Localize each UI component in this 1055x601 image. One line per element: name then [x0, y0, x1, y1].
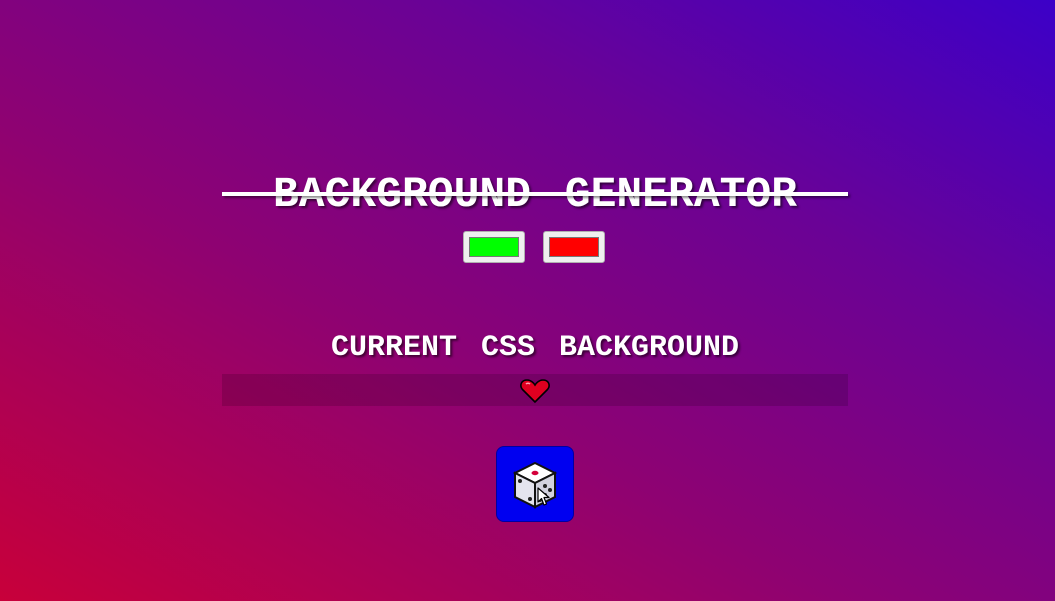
color-swatch-1: [469, 237, 519, 257]
title-underline: [222, 192, 848, 196]
color-picker-1[interactable]: [463, 231, 525, 263]
css-section-heading: CURRENT CSS BACKGROUND: [330, 331, 740, 365]
mouse-cursor-icon: [537, 487, 550, 506]
heart-icon: [520, 379, 550, 404]
color-swatch-2: [549, 237, 599, 257]
random-color-button[interactable]: [496, 446, 574, 522]
dice-icon: [512, 461, 558, 509]
color-picker-2[interactable]: [543, 231, 605, 263]
